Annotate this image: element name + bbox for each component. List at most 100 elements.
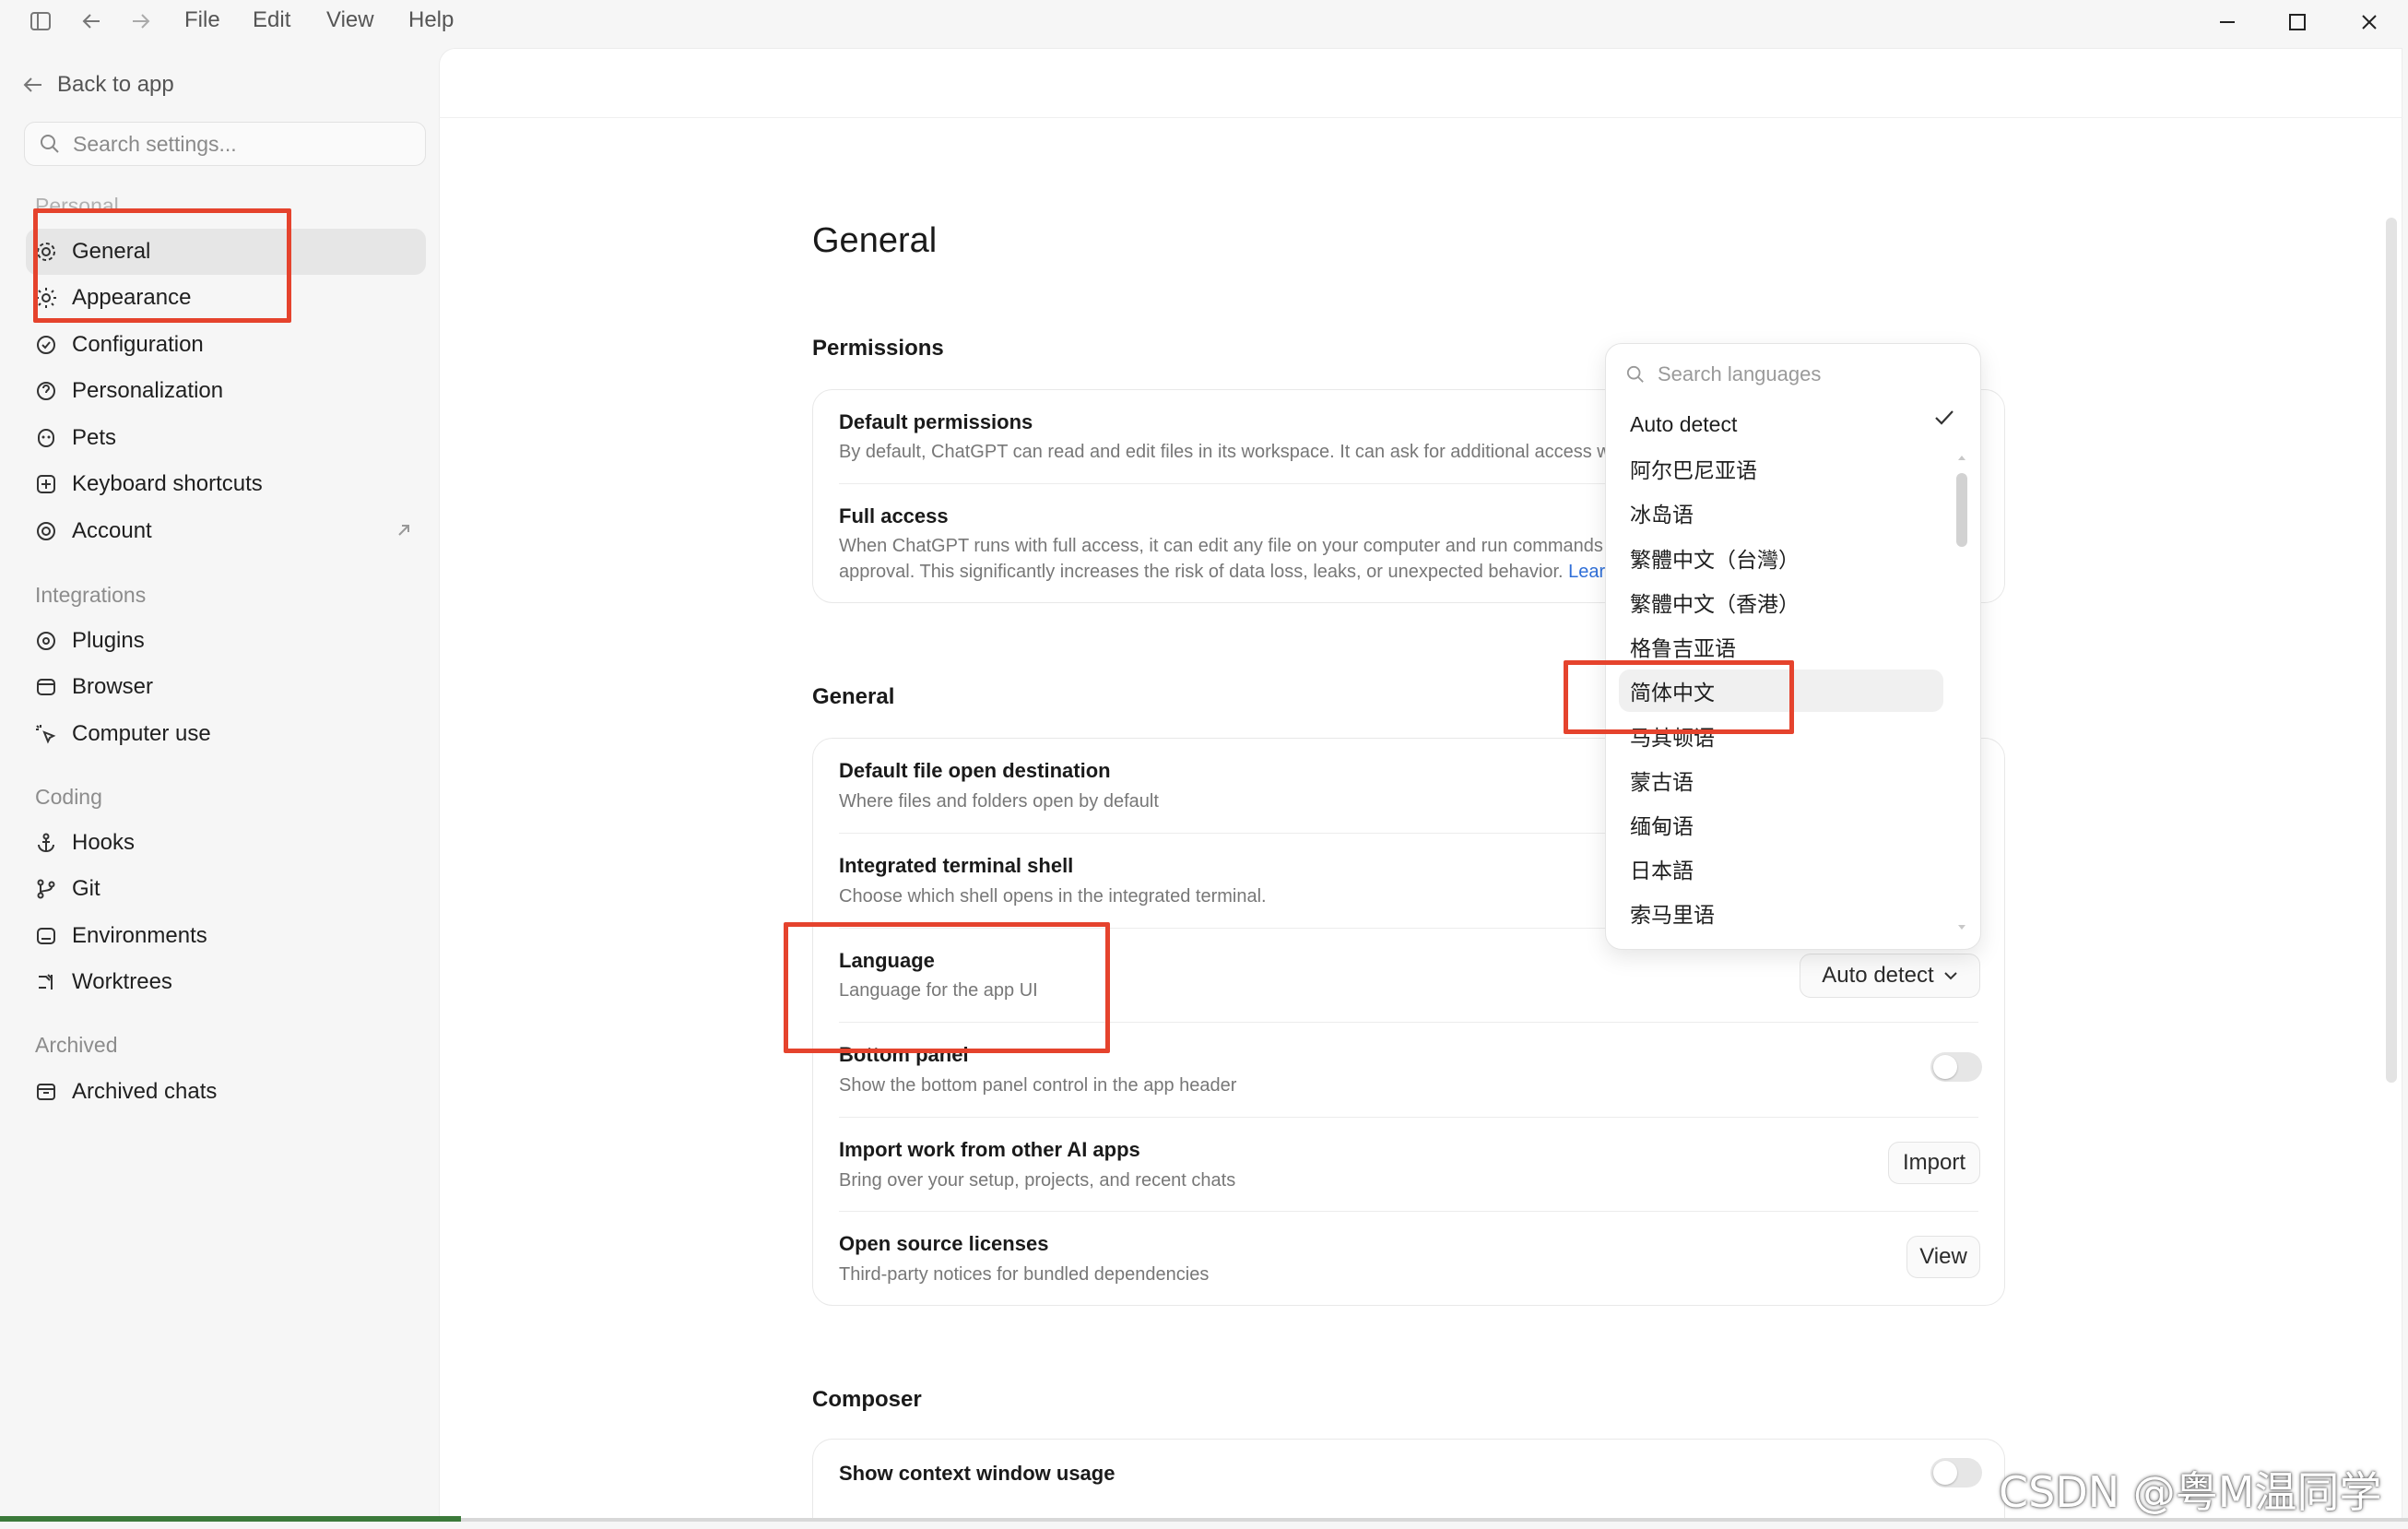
search-icon	[41, 135, 59, 153]
anchor-icon	[38, 833, 54, 852]
config-icon	[37, 336, 55, 354]
menu-view[interactable]: View	[326, 7, 374, 33]
open-source-licenses-title: Open source licenses	[839, 1232, 1049, 1255]
back-to-app-link[interactable]: Back to app	[22, 72, 174, 98]
back-arrow-icon[interactable]	[74, 6, 111, 37]
default-permissions-desc: By default, ChatGPT can read and edit fi…	[839, 442, 1621, 462]
sidebar-item-hooks[interactable]: Hooks	[26, 820, 426, 866]
sidebar-item-archived-chats[interactable]: Archived chats	[26, 1069, 426, 1115]
sidebar-item-label: Plugins	[72, 628, 145, 653]
close-icon[interactable]	[2342, 4, 2397, 41]
search-settings-input[interactable]: Search settings...	[24, 122, 426, 166]
arrow-left-icon	[23, 77, 41, 92]
language-option[interactable]: 蒙古语	[1619, 759, 1943, 801]
terminal-shell-title: Integrated terminal shell	[839, 854, 1074, 877]
import-work-title: Import work from other AI apps	[839, 1138, 1140, 1161]
back-to-app-label: Back to app	[57, 72, 174, 97]
maximize-icon[interactable]	[2270, 4, 2325, 41]
menu-edit[interactable]: Edit	[253, 7, 290, 33]
full-access-desc-2-text: approval. This significantly increases t…	[839, 562, 1564, 582]
terminal-shell-desc: Choose which shell opens in the integrat…	[839, 886, 1267, 907]
sidebar-item-label: Browser	[72, 674, 154, 699]
divider	[839, 1117, 1978, 1118]
external-link-icon	[398, 525, 409, 536]
sidebar-item-label: Worktrees	[72, 969, 172, 994]
language-dropdown: Search languages Auto detect 阿尔巴尼亚语 冰岛语 …	[1605, 343, 1981, 950]
personalization-icon	[37, 382, 55, 400]
sidebar-item-label: Keyboard shortcuts	[72, 471, 263, 496]
language-option[interactable]: 冰岛语	[1619, 492, 1943, 534]
default-file-open-title: Default file open destination	[839, 759, 1111, 782]
context-window-usage-title: Show context window usage	[839, 1462, 1115, 1485]
highlight-box-simplified-chinese	[1564, 660, 1794, 734]
section-integrations: Integrations	[35, 583, 147, 607]
language-search-input[interactable]: Search languages	[1626, 362, 1821, 386]
full-access-title: Full access	[839, 504, 949, 527]
openai-logo-icon	[37, 522, 55, 540]
menu-help[interactable]: Help	[408, 7, 454, 33]
highlight-box-sidebar	[33, 208, 291, 323]
scroll-down-icon[interactable]	[1956, 923, 1967, 932]
sidebar-item-label: Archived chats	[72, 1079, 218, 1104]
sidebar-item-label: Personalization	[72, 378, 224, 403]
highlight-box-language	[784, 922, 1110, 1053]
full-access-desc-2: approval. This significantly increases t…	[839, 562, 1615, 583]
sidebar-item-account[interactable]: Account	[26, 508, 426, 554]
language-option[interactable]: 繁體中文（香港）	[1619, 581, 1943, 623]
language-option[interactable]: 缅甸语	[1619, 803, 1943, 846]
general-heading: General	[812, 684, 895, 709]
sidebar-item-keyboard-shortcuts[interactable]: Keyboard shortcuts	[26, 461, 426, 507]
import-button[interactable]: Import	[1888, 1142, 1980, 1184]
default-file-open-desc: Where files and folders open by default	[839, 791, 1159, 812]
composer-card: Show context window usage	[812, 1439, 2005, 1520]
section-coding: Coding	[35, 785, 102, 809]
plugin-icon	[37, 632, 55, 650]
bottom-panel-toggle[interactable]	[1930, 1052, 1982, 1082]
pet-icon	[38, 429, 54, 447]
search-placeholder: Search settings...	[73, 131, 237, 156]
language-option[interactable]: 阿尔巴尼亚语	[1619, 447, 1943, 490]
language-search-placeholder: Search languages	[1658, 362, 1822, 385]
language-option[interactable]: 繁體中文（台灣）	[1619, 537, 1943, 579]
sidebar-item-configuration[interactable]: Configuration	[26, 322, 426, 368]
sidebar-toggle-icon[interactable]	[22, 6, 59, 37]
language-option[interactable]: 日本語	[1619, 847, 1943, 890]
sidebar-item-label: Environments	[72, 923, 207, 948]
view-licenses-button[interactable]: View	[1906, 1236, 1980, 1278]
main-scrollbar[interactable]	[2386, 218, 2397, 1083]
sidebar-item-worktrees[interactable]: Worktrees	[26, 959, 426, 1005]
menu-file[interactable]: File	[184, 7, 220, 33]
sidebar-item-computer-use[interactable]: Computer use	[26, 711, 426, 757]
title-bar: File Edit View Help	[0, 0, 2408, 44]
sidebar-item-label: Account	[72, 518, 152, 543]
bottom-edge-accent	[0, 1516, 461, 1522]
keyboard-icon	[37, 475, 55, 493]
sidebar-item-label: Configuration	[72, 332, 204, 357]
sidebar-item-git[interactable]: Git	[26, 866, 426, 912]
scroll-up-icon[interactable]	[1956, 453, 1967, 462]
archive-icon	[37, 1084, 55, 1100]
git-branch-icon	[37, 879, 55, 899]
sidebar-item-environments[interactable]: Environments	[26, 913, 426, 959]
divider	[839, 1211, 1978, 1212]
search-icon	[1626, 365, 1644, 383]
dropdown-scrollbar[interactable]	[1956, 473, 1967, 547]
sidebar-item-browser[interactable]: Browser	[26, 664, 426, 710]
forward-arrow-icon[interactable]	[122, 6, 159, 37]
language-option[interactable]: 索马里语	[1619, 892, 1943, 934]
sidebar-item-label: Computer use	[72, 721, 211, 746]
default-permissions-title: Default permissions	[839, 410, 1033, 433]
main-header-strip	[439, 48, 2402, 118]
language-select-value: Auto detect	[1822, 963, 1934, 988]
minimize-icon[interactable]	[2200, 4, 2255, 41]
sidebar-item-personalization[interactable]: Personalization	[26, 368, 426, 414]
context-window-usage-toggle[interactable]	[1930, 1458, 1982, 1488]
cursor-icon	[36, 725, 56, 744]
check-icon	[1935, 410, 1954, 425]
open-source-licenses-desc: Third-party notices for bundled dependen…	[839, 1264, 1210, 1285]
sidebar-item-pets[interactable]: Pets	[26, 415, 426, 461]
import-work-desc: Bring over your setup, projects, and rec…	[839, 1170, 1236, 1191]
sidebar-item-plugins[interactable]: Plugins	[26, 618, 426, 664]
language-select[interactable]: Auto detect	[1800, 954, 1980, 998]
language-option[interactable]: Auto detect	[1619, 403, 1943, 445]
